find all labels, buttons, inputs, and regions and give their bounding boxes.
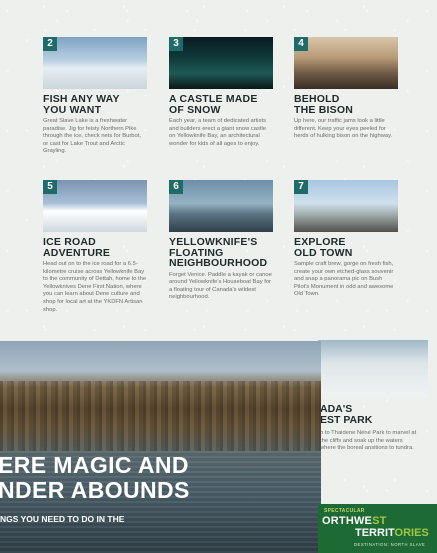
logo-main-line1: ORTHWEST [322,515,387,527]
card-number-badge: 4 [294,37,308,51]
card-ice-road: 5 ICE ROAD ADVENTURE Head out on to the … [43,180,147,314]
card-photo: 4 [294,37,398,89]
cliff-texture [0,381,321,451]
logo-small-text: SPECTACULAR [324,508,365,514]
logo-text: TERRIT [355,527,395,539]
logo-accent-text: ORIES [394,527,429,539]
card-floating: 6 YELLOWKNIFE'S FLOATING NEIGHBOURHOOD F… [169,180,273,302]
park-photo [318,340,428,398]
card-title-line: OLD TOWN [294,246,353,259]
hero-headline-line2: NDER ABOUNDS [0,477,190,503]
card-title-line: EXPLORE [294,236,346,248]
card-title: YELLOWKNIFE'S FLOATING NEIGHBOURHOOD [169,237,273,269]
card-body: Each year, a team of dedicated artists a… [169,118,266,147]
card-title-line: EST PARK [320,413,373,426]
card-title-line: YELLOWKNIFE'S [169,236,258,248]
card-photo: 3 [169,37,273,89]
card-body: Great Slave Lake is a freshwater paradis… [43,118,141,155]
card-title: FISH ANY WAY YOU WANT [43,94,147,115]
card-number-badge: 5 [43,180,57,194]
hero-headline-line1: ERE MAGIC AND [0,452,189,478]
card-photo: 7 [294,180,398,232]
card-title-line: ICE ROAD [43,236,96,248]
card-bison: 4 BEHOLD THE BISON Up here, our traffic … [294,37,398,141]
card-old-town: 7 EXPLORE OLD TOWN Sample craft brew, go… [294,180,398,299]
logo-accent-text: ST [372,515,387,527]
logo-main-line2: TERRITORIES [355,527,429,539]
card-body: Up here, our traffic jams look a little … [294,118,393,140]
park-body: p to Thaidene Nëné Park to marvel at the… [320,430,417,452]
card-number-badge: 3 [169,37,183,51]
card-number-badge: 2 [43,37,57,51]
logo-tagline: DESTINATION: NORTH SLAVE [354,542,426,547]
card-castle: 3 A CASTLE MADE OF SNOW Each year, a tea… [169,37,273,148]
hero-subhead: NGS YOU NEED TO DO IN THE [0,514,125,524]
card-body: Head out on to the ice road for a 6.5-ki… [43,261,147,313]
card-photo: 5 [43,180,147,232]
card-title-line: NEIGHBOURHOOD [169,257,268,269]
card-title-line: YOU WANT [43,103,102,116]
card-title-line: BEHOLD [294,93,340,105]
card-photo: 6 [169,180,273,232]
card-title: ICE ROAD ADVENTURE [43,237,147,258]
card-title-line: ADVENTURE [43,246,111,259]
card-title: BEHOLD THE BISON [294,94,398,115]
card-photo: 2 [43,37,147,89]
card-fish: 2 FISH ANY WAY YOU WANT Great Slave Lake… [43,37,147,156]
card-title-line: THE BISON [294,103,353,116]
card-number-badge: 6 [169,180,183,194]
card-title-line: A CASTLE MADE [169,93,258,105]
card-title: A CASTLE MADE OF SNOW [169,94,273,115]
card-body: Forget Venice. Paddle a kayak or canoe a… [169,271,272,301]
nwt-logo: SPECTACULAR ORTHWEST TERRITORIES DESTINA… [318,504,437,553]
card-title: EXPLORE OLD TOWN [294,237,398,258]
card-title-line: OF SNOW [169,103,221,116]
card-title-line: ADA'S [320,403,353,415]
card-body: Sample craft brew, gorge on fresh fish, … [294,261,394,298]
logo-text: ORTHWE [322,515,373,527]
card-title-line: FISH ANY WAY [43,93,120,105]
park-title: ADA'S EST PARK [320,404,372,425]
card-number-badge: 7 [294,180,308,194]
